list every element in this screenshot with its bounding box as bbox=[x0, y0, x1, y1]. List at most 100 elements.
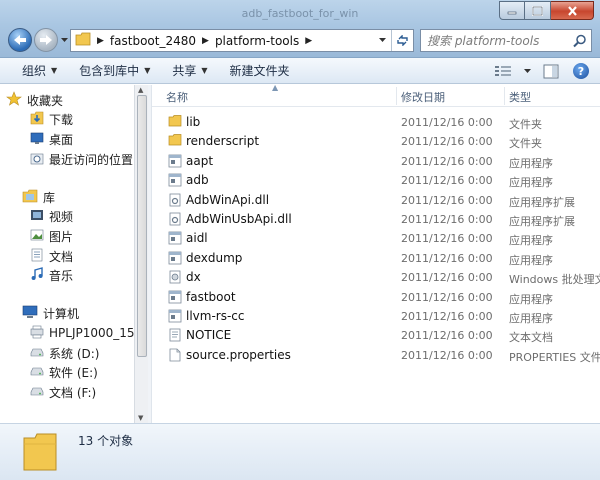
file-type: 应用程序 bbox=[509, 312, 553, 325]
desktop-icon bbox=[30, 131, 44, 148]
recent-places-icon bbox=[30, 151, 44, 168]
maximize-button[interactable] bbox=[525, 1, 551, 20]
organize-menu[interactable]: 组织 ▼ bbox=[22, 62, 57, 79]
refresh-button[interactable] bbox=[391, 30, 413, 51]
file-date: 2011/12/16 0:00 bbox=[401, 251, 493, 265]
column-date[interactable]: 修改日期 bbox=[401, 89, 445, 105]
chevron-down-icon: ▼ bbox=[144, 66, 151, 75]
nav-documents[interactable]: 文档 bbox=[30, 246, 73, 266]
view-options-dropdown[interactable] bbox=[522, 61, 532, 81]
nav-libraries-label: 库 bbox=[43, 190, 56, 205]
window-controls bbox=[499, 1, 594, 20]
help-icon: ? bbox=[573, 63, 589, 79]
nav-drive-f[interactable]: 文档 (F:) bbox=[30, 382, 96, 402]
scrollbar-thumb[interactable] bbox=[137, 95, 147, 357]
breadcrumb-separator[interactable]: ▶ bbox=[97, 36, 104, 46]
share-menu[interactable]: 共享 ▼ bbox=[172, 62, 207, 79]
nav-documents-label: 文档 bbox=[49, 249, 74, 264]
column-divider[interactable] bbox=[504, 87, 505, 105]
nav-drive-e[interactable]: 软件 (E:) bbox=[30, 362, 98, 382]
file-row[interactable]: source.properties 2011/12/16 0:00 PROPERTI… bbox=[152, 346, 600, 365]
nav-videos-label: 视频 bbox=[49, 209, 74, 224]
nav-desktop[interactable]: 桌面 bbox=[30, 129, 73, 149]
printer-drive-icon bbox=[30, 325, 44, 342]
nav-computer[interactable]: 计算机 bbox=[22, 303, 79, 323]
preview-pane-button[interactable] bbox=[540, 61, 562, 81]
file-date: 2011/12/16 0:00 bbox=[401, 213, 493, 226]
close-icon bbox=[567, 5, 577, 16]
file-row[interactable]: dx 2011/12/16 0:00 Windows 批处理文件 bbox=[152, 268, 600, 287]
help-button[interactable]: ? bbox=[570, 61, 592, 81]
nav-music[interactable]: 音乐 bbox=[30, 265, 73, 285]
drive-icon bbox=[30, 364, 44, 381]
file-type: 应用程序 bbox=[509, 176, 553, 190]
computer-icon bbox=[22, 305, 38, 322]
exe-icon bbox=[168, 309, 182, 326]
navigation-pane: 收藏夹 下载 桌面 最近访问的位置 库 视频 图片 文档 音乐 计算机 HPLJ… bbox=[0, 85, 134, 423]
nav-pictures[interactable]: 图片 bbox=[30, 226, 73, 246]
file-row[interactable]: NOTICE 2011/12/16 0:00 文本文档 bbox=[152, 326, 600, 345]
breadcrumb-platform-tools[interactable]: platform-tools bbox=[215, 34, 299, 48]
column-name[interactable]: 名称 bbox=[166, 89, 188, 105]
scroll-down-icon[interactable]: ▼ bbox=[138, 414, 143, 422]
file-row[interactable]: adb 2011/12/16 0:00 应用程序 bbox=[152, 171, 600, 190]
column-type[interactable]: 类型 bbox=[509, 89, 531, 105]
exe-icon bbox=[168, 154, 182, 171]
nav-downloads[interactable]: 下载 bbox=[30, 109, 73, 129]
file-row[interactable]: lib 2011/12/16 0:00 文件夹 bbox=[152, 113, 600, 132]
file-row[interactable]: dexdump 2011/12/16 0:00 应用程序 bbox=[152, 249, 600, 268]
file-name: AdbWinApi.dll bbox=[186, 192, 270, 207]
folder-icon bbox=[75, 32, 91, 49]
nav-recent-places[interactable]: 最近访问的位置 bbox=[30, 149, 133, 169]
file-type: 应用程序扩展 bbox=[509, 195, 575, 209]
library-icon bbox=[22, 189, 38, 206]
close-button[interactable] bbox=[551, 1, 594, 20]
file-type: 文本文档 bbox=[509, 331, 553, 345]
address-bar[interactable]: ▶ fastboot_2480 ▶ platform-tools ▶ bbox=[70, 29, 414, 52]
breadcrumb-separator[interactable]: ▶ bbox=[202, 36, 209, 46]
forward-button[interactable] bbox=[34, 28, 58, 52]
address-history-dropdown[interactable] bbox=[375, 30, 389, 51]
nav-videos[interactable]: 视频 bbox=[30, 206, 73, 226]
recent-pages-dropdown[interactable] bbox=[59, 34, 69, 46]
music-library-icon bbox=[30, 266, 44, 284]
chevron-down-icon: ▼ bbox=[201, 66, 208, 75]
refresh-icon bbox=[397, 35, 408, 46]
file-row[interactable]: renderscript 2011/12/16 0:00 文件夹 bbox=[152, 132, 600, 151]
file-row[interactable]: fastboot 2011/12/16 0:00 应用程序 bbox=[152, 288, 600, 307]
file-row[interactable]: aapt 2011/12/16 0:00 应用程序 bbox=[152, 152, 600, 171]
include-library-label: 包含到库中 bbox=[79, 64, 140, 78]
change-view-button[interactable] bbox=[492, 61, 514, 81]
nav-drive-d[interactable]: 系统 (D:) bbox=[30, 343, 99, 363]
search-box[interactable] bbox=[420, 29, 592, 52]
file-date: 2011/12/16 0:00 bbox=[401, 310, 493, 323]
back-button[interactable] bbox=[8, 28, 32, 52]
file-type: 应用程序 bbox=[509, 156, 553, 170]
file-type: 应用程序扩展 bbox=[509, 215, 575, 228]
breadcrumb-fastboot[interactable]: fastboot_2480 bbox=[110, 34, 196, 48]
nav-favorites[interactable]: 收藏夹 bbox=[6, 90, 63, 110]
details-pane: 13 个对象 bbox=[0, 423, 600, 480]
file-row[interactable]: AdbWinApi.dll 2011/12/16 0:00 应用程序扩展 bbox=[152, 191, 600, 210]
nav-pictures-label: 图片 bbox=[49, 229, 74, 244]
file-name: dx bbox=[186, 270, 201, 285]
drive-icon bbox=[30, 384, 44, 401]
nav-libraries[interactable]: 库 bbox=[22, 187, 55, 207]
navigation-scrollbar[interactable]: ▲ ▼ bbox=[134, 85, 148, 423]
file-row[interactable]: AdbWinUsbApi.dll 2011/12/16 0:00 应用程序扩展 bbox=[152, 210, 600, 229]
search-icon[interactable] bbox=[573, 34, 587, 51]
search-input[interactable] bbox=[427, 33, 567, 48]
minimize-button[interactable] bbox=[499, 1, 525, 20]
nav-hpljp1000[interactable]: HPLJP1000_1500 bbox=[30, 323, 134, 343]
file-row[interactable]: llvm-rs-cc 2011/12/16 0:00 应用程序 bbox=[152, 307, 600, 326]
scroll-up-icon[interactable]: ▲ bbox=[138, 86, 143, 94]
generic-file-icon bbox=[168, 348, 182, 365]
dll-icon bbox=[168, 212, 182, 229]
exe-icon bbox=[168, 173, 182, 190]
column-header: ▲ 名称 修改日期 类型 bbox=[152, 85, 600, 107]
file-row[interactable]: aidl 2011/12/16 0:00 应用程序 bbox=[152, 229, 600, 248]
column-divider[interactable] bbox=[396, 87, 397, 105]
breadcrumb-separator[interactable]: ▶ bbox=[305, 36, 312, 46]
new-folder-button[interactable]: 新建文件夹 bbox=[230, 62, 290, 79]
include-library-menu[interactable]: 包含到库中 ▼ bbox=[79, 62, 150, 79]
